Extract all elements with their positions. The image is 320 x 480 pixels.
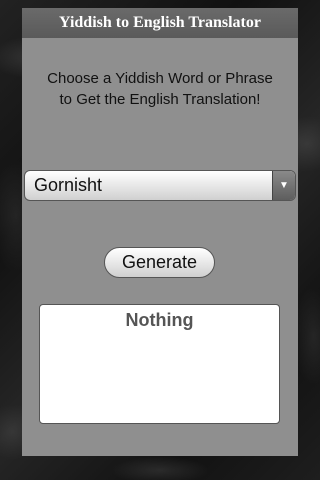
yiddish-word-select[interactable]: Gornisht ▼: [24, 170, 296, 201]
generate-button[interactable]: Generate: [104, 247, 215, 278]
translation-result-text: Nothing: [125, 310, 194, 330]
app-title: Yiddish to English Translator: [22, 8, 298, 38]
triangle-down-icon[interactable]: ▼: [272, 171, 295, 200]
selected-word: Gornisht: [34, 175, 103, 195]
instructions-text: Choose a Yiddish Word or Phrase to Get t…: [47, 70, 273, 108]
main-panel: Yiddish to English Translator Choose a Y…: [22, 8, 298, 456]
translation-result-box: Nothing: [39, 304, 280, 424]
